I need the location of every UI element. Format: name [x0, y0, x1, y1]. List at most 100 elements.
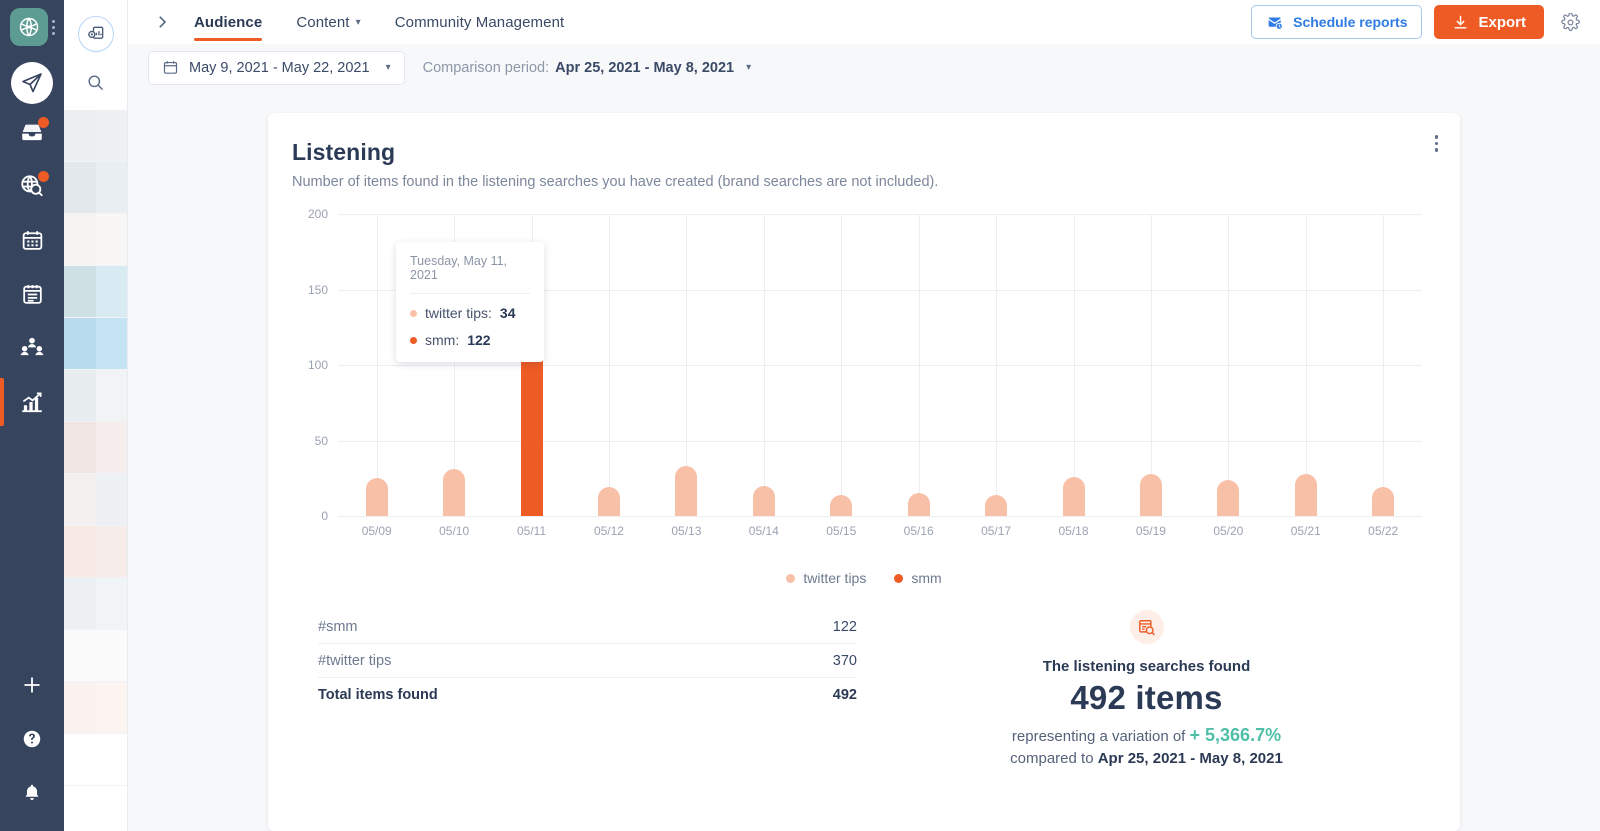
sidebar-item-inbox[interactable]: [0, 106, 64, 158]
chart-bar-slot[interactable]: [648, 214, 725, 516]
chart-x-tick: 05/20: [1213, 524, 1244, 538]
chart-x-tick: 05/14: [748, 524, 779, 538]
listening-card: Listening Number of items found in the l…: [268, 113, 1460, 831]
chart-x-tick: 05/10: [439, 524, 470, 538]
sidebar-item-help[interactable]: [0, 713, 64, 765]
chart-bar-slot[interactable]: [725, 214, 802, 516]
schedule-reports-label: Schedule reports: [1293, 14, 1408, 30]
settings-button[interactable]: [1556, 8, 1584, 36]
sidebar-item-publishing[interactable]: [0, 268, 64, 320]
table-row-value: 370: [832, 652, 857, 669]
chart-bar[interactable]: [907, 493, 930, 516]
chart-x-tick: 05/16: [903, 524, 934, 538]
legend-dot-twitter-tips: [786, 573, 796, 583]
chart-bar-segment-twitter-tips: [1062, 476, 1085, 516]
chart-x-tick: 05/09: [361, 524, 392, 538]
ghost-block: [95, 422, 127, 473]
legend-item-twitter-tips[interactable]: twitter tips: [786, 570, 866, 586]
chart-y-tick: 150: [307, 282, 328, 297]
table-row-label: #twitter tips: [318, 652, 392, 669]
table-row-value: 122: [832, 618, 857, 635]
table-row-label: #smm: [318, 618, 358, 635]
ghost-list-item[interactable]: [64, 422, 127, 474]
ghost-list-item[interactable]: [64, 734, 127, 786]
secondary-sidebar: [64, 0, 128, 831]
ghost-block: [64, 162, 96, 213]
chart-bar[interactable]: [1139, 473, 1162, 516]
chart-bar[interactable]: [830, 494, 853, 516]
comparison-period-selector[interactable]: Comparison period: Apr 25, 2021 - May 8,…: [423, 60, 752, 76]
chart-bar-slot[interactable]: [1267, 214, 1344, 516]
summary-compare-line: compared to Apr 25, 2021 - May 8, 2021: [1010, 750, 1283, 767]
chart-bar[interactable]: [1294, 473, 1317, 516]
primary-sidebar: [0, 0, 64, 831]
chart-bar-segment-twitter-tips: [752, 485, 775, 516]
legend-item-smm[interactable]: smm: [894, 570, 942, 586]
sidebar-item-listening[interactable]: [0, 160, 64, 212]
chart-bar[interactable]: [1372, 487, 1395, 516]
chart-bar-segment-twitter-tips: [1294, 473, 1317, 516]
chart-bar-slot[interactable]: [1035, 214, 1112, 516]
top-navigation-bar: Audience Content ▾ Community Management: [128, 0, 1600, 44]
summary-compare-range: Apr 25, 2021 - May 8, 2021: [1097, 750, 1283, 767]
chart-bar-slot[interactable]: [1190, 214, 1267, 516]
chart-bar[interactable]: [443, 469, 466, 516]
workspace-menu-icon[interactable]: [51, 19, 55, 35]
ghost-list-item[interactable]: [64, 318, 127, 370]
ghost-list-item[interactable]: [64, 214, 127, 266]
report-chart-icon[interactable]: [77, 16, 114, 52]
chart-bar-slot[interactable]: [957, 214, 1034, 516]
ghost-list-item[interactable]: [64, 266, 127, 318]
chart-x-tick: 05/21: [1290, 524, 1321, 538]
chart-x-tick: 05/12: [593, 524, 624, 538]
search-icon[interactable]: [78, 64, 114, 100]
brand-logo-icon[interactable]: [9, 8, 48, 46]
chart-gridline: [338, 516, 1422, 517]
sidebar-item-compose[interactable]: [11, 62, 53, 104]
expand-sidebar-button[interactable]: [148, 8, 176, 36]
ghost-list-item[interactable]: [64, 578, 127, 630]
sidebar-item-calendar[interactable]: [0, 214, 64, 266]
topbar-actions: Schedule reports Export: [1251, 5, 1584, 39]
chart-bar-slot[interactable]: [1112, 214, 1189, 516]
chart-bar[interactable]: [752, 485, 775, 516]
chart-bar[interactable]: [597, 487, 620, 516]
ghost-block: [95, 682, 127, 733]
tooltip-label-twitter-tips: twitter tips:: [425, 305, 492, 321]
ghost-list-item[interactable]: [64, 526, 127, 578]
ghost-list-item[interactable]: [64, 682, 127, 734]
ghost-block: [95, 110, 127, 161]
chart-bar-slot[interactable]: [1344, 214, 1421, 516]
chart-bar[interactable]: [365, 478, 388, 516]
chart-bar-slot[interactable]: [880, 214, 957, 516]
kebab-menu-icon[interactable]: [1434, 135, 1438, 152]
chart-bar[interactable]: [1217, 479, 1240, 516]
schedule-reports-button[interactable]: Schedule reports: [1251, 5, 1423, 39]
ghost-list-item[interactable]: [64, 474, 127, 526]
chart-bar[interactable]: [985, 494, 1008, 516]
ghost-list-item[interactable]: [64, 110, 127, 162]
sidebar-item-add[interactable]: [0, 659, 64, 711]
ghost-block: [95, 734, 127, 785]
sidebar-item-analytics[interactable]: [0, 376, 64, 428]
chart-bar-slot[interactable]: [570, 214, 647, 516]
ghost-block: [95, 630, 127, 681]
ghost-list-item[interactable]: [64, 370, 127, 422]
chart-bar-slot[interactable]: [803, 214, 880, 516]
sidebar-item-notifications[interactable]: [0, 767, 64, 819]
ghost-list-item[interactable]: [64, 630, 127, 682]
tab-content[interactable]: Content ▾: [296, 0, 360, 44]
chart-tooltip: Tuesday, May 11, 2021 twitter tips: 34 s…: [396, 242, 544, 362]
chart-bar[interactable]: [1062, 476, 1085, 516]
date-range-picker[interactable]: May 9, 2021 - May 22, 2021 ▾: [148, 50, 405, 85]
ghost-list-item[interactable]: [64, 162, 127, 214]
listening-badge: [38, 171, 49, 182]
sidebar-item-community[interactable]: [0, 322, 64, 374]
tab-community-management[interactable]: Community Management: [395, 0, 565, 44]
table-total-row: Total items found 492: [318, 678, 857, 712]
date-range-value: May 9, 2021 - May 22, 2021: [189, 59, 370, 76]
chart-bar[interactable]: [675, 466, 698, 516]
export-button[interactable]: Export: [1434, 5, 1544, 39]
table-total-value: 492: [832, 687, 857, 703]
tab-audience[interactable]: Audience: [194, 0, 263, 44]
